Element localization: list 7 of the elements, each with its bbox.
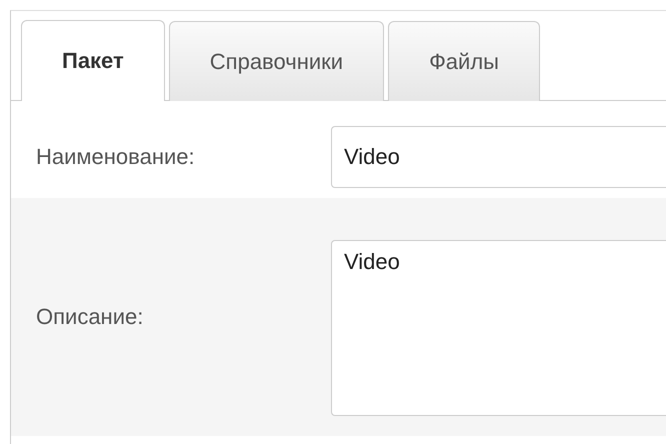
field-label: Описание: <box>11 198 311 436</box>
tab[interactable]: Пакет <box>21 20 165 101</box>
description-field[interactable]: Video <box>331 240 666 416</box>
name-field[interactable]: Video <box>331 126 666 188</box>
tab[interactable]: Файлы <box>388 21 540 101</box>
tab[interactable]: Справочники <box>168 21 384 101</box>
field-label: Наименование: <box>35 143 196 171</box>
